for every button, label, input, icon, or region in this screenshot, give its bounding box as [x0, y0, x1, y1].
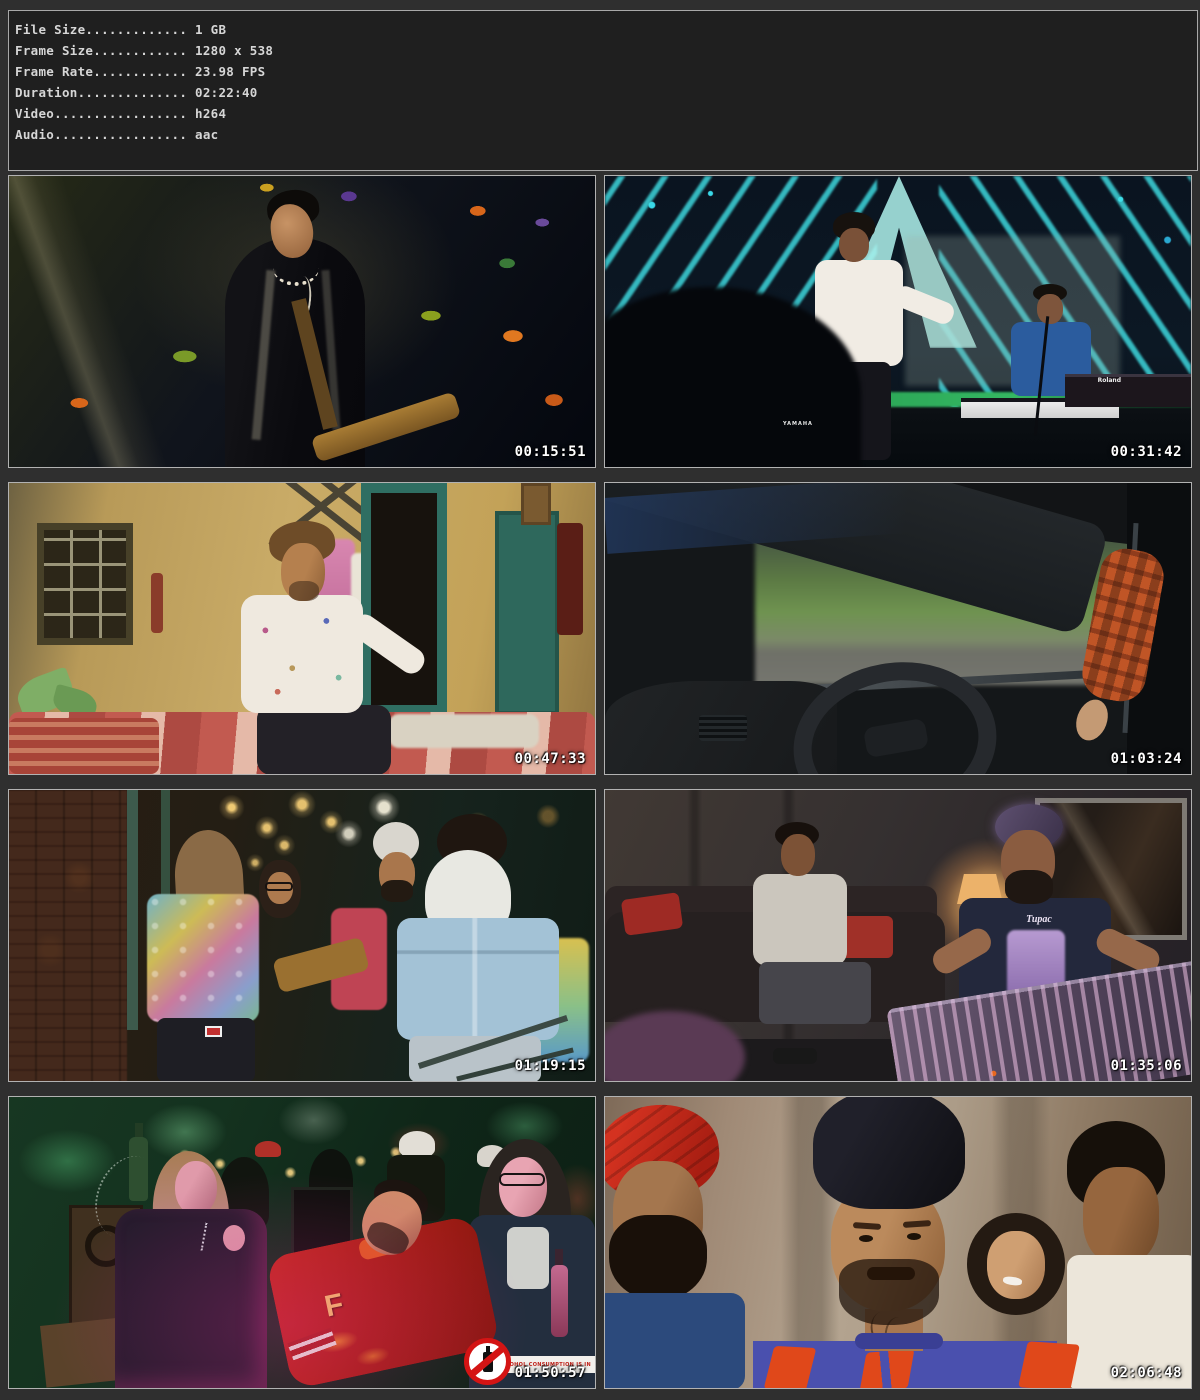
timestamp-overlay: 01:03:24	[1111, 751, 1182, 767]
frame-rate-line: Frame Rate............ 23.98 FPS	[15, 61, 1197, 82]
glasses	[499, 1173, 545, 1186]
teal-door-frame	[361, 483, 447, 715]
keyboard-brand-label: Roland	[1098, 377, 1121, 384]
paisley-blouse	[147, 894, 259, 1022]
thumb-night-street: 01:19:15	[8, 789, 596, 1082]
timestamp-overlay: 02:06:48	[1111, 1365, 1182, 1381]
media-preview-sheet: { "file_info": { "rows": [ {"label": "Fi…	[0, 0, 1200, 1400]
drink-bottle	[551, 1265, 568, 1337]
barred-window	[37, 523, 133, 645]
timestamp-overlay: 00:15:51	[515, 444, 586, 460]
patterned-blanket	[9, 718, 159, 774]
tshirt-print-text: Tupac	[1009, 914, 1069, 925]
thumb-car-interior: 01:03:24	[604, 482, 1192, 775]
keyboard	[1065, 374, 1191, 407]
wall-pipe	[151, 573, 163, 633]
denim-jacket	[397, 918, 559, 1040]
seated-man-face	[781, 834, 815, 876]
man-printed-shirt	[241, 595, 363, 713]
file-size-line: File Size............. 1 GB	[15, 19, 1197, 40]
keyboardist-figure	[1037, 294, 1063, 324]
seated-man-pants	[759, 962, 871, 1024]
screenshot-grid: 00:15:51 YAMAHA Roland 00:31:42	[8, 175, 1192, 1389]
hoodie-woman-face	[175, 1161, 217, 1215]
man-pants	[257, 705, 391, 775]
wall-hanging	[557, 523, 583, 635]
sweater-collar	[855, 1333, 943, 1349]
duration-line: Duration.............. 02:22:40	[15, 82, 1197, 103]
right-man-face	[1083, 1167, 1159, 1265]
timestamp-overlay: 01:35:06	[1111, 1058, 1182, 1074]
thumb-party-pink: F ALCOHOL CONSUMPTION IS IN 01:50:57	[8, 1096, 596, 1389]
seated-man-sweater	[753, 874, 847, 966]
seated-man-shoe	[773, 1048, 817, 1064]
background-woman-face	[987, 1231, 1045, 1299]
white-beanie-figure	[399, 1131, 435, 1157]
no-alcohol-icon	[464, 1338, 511, 1385]
file-info-panel: File Size............. 1 GB Frame Size..…	[8, 10, 1198, 171]
hand	[1071, 695, 1114, 745]
drum-brand-label: YAMAHA	[783, 421, 813, 427]
beanie-man-mustache	[867, 1267, 915, 1280]
thumb-stage-neon: YAMAHA Roland 00:31:42	[604, 175, 1192, 468]
glasses	[265, 882, 293, 891]
pocket-card	[205, 1026, 222, 1037]
turban-man-beard	[609, 1215, 707, 1301]
timestamp-overlay: 00:31:42	[1111, 444, 1182, 460]
black-beanie	[813, 1096, 965, 1209]
frame-size-line: Frame Size............ 1280 x 538	[15, 40, 1197, 61]
man-beard	[289, 581, 319, 601]
audio-codec-line: Audio................. aac	[15, 124, 1197, 145]
turban-man-shirt	[604, 1293, 745, 1389]
bed-sheet	[389, 714, 539, 748]
singer-figure	[839, 228, 869, 262]
video-codec-line: Video................. h264	[15, 103, 1197, 124]
thumb-courtyard: 00:47:33	[8, 482, 596, 775]
red-pillow	[841, 916, 893, 958]
white-tee	[507, 1227, 549, 1289]
eye	[907, 1233, 921, 1240]
thumb-recording-studio: Tupac 01:35:06	[604, 789, 1192, 1082]
red-cap-figure	[255, 1141, 281, 1157]
sweater-letter-shape	[860, 1349, 915, 1389]
thumb-beanie-closeup: 02:06:48	[604, 1096, 1192, 1389]
green-post	[127, 790, 138, 1030]
producer-beard	[1005, 870, 1053, 904]
hand	[223, 1225, 245, 1251]
timestamp-overlay: 00:47:33	[515, 751, 586, 767]
glasses-woman-face	[499, 1157, 547, 1217]
sweater-letter-shape	[1018, 1341, 1080, 1389]
air-vent	[699, 715, 747, 741]
white-haired-man-beard	[381, 880, 413, 902]
timestamp-overlay: 01:19:15	[515, 1058, 586, 1074]
thumb-concert-confetti: 00:15:51	[8, 175, 596, 468]
teal-door	[495, 511, 559, 715]
brick-wall	[9, 790, 127, 1082]
wall-picture	[521, 483, 551, 525]
timestamp-overlay: 01:50:57	[515, 1365, 586, 1381]
eye	[859, 1235, 873, 1242]
